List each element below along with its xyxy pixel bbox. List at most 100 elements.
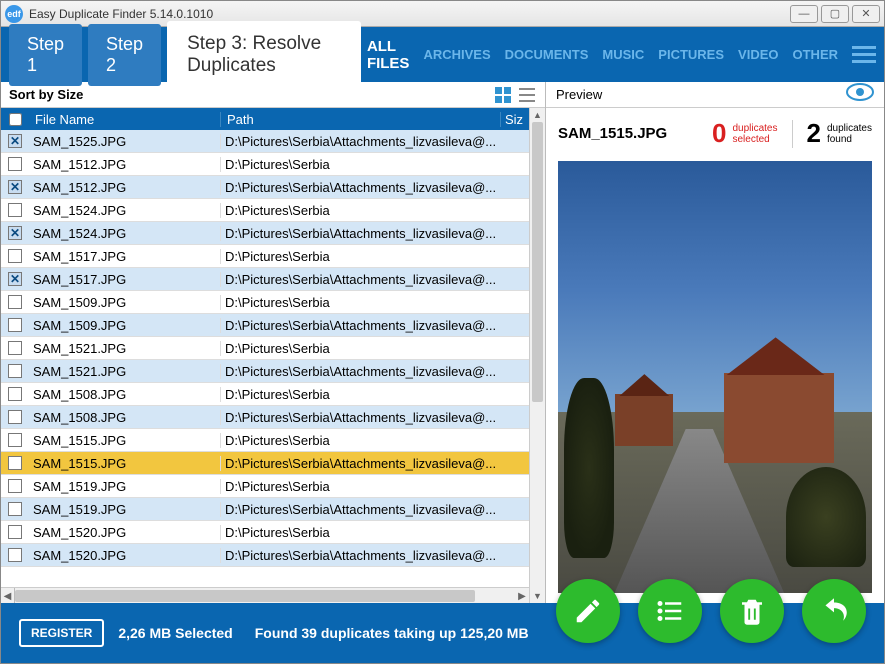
preview-image [558,161,872,593]
row-filename: SAM_1519.JPG [29,502,221,517]
category-tab-video[interactable]: VIDEO [738,47,778,62]
table-row[interactable]: SAM_1515.JPGD:\Pictures\Serbia [1,429,529,452]
row-path: D:\Pictures\Serbia [221,203,529,218]
table-row[interactable]: SAM_1512.JPGD:\Pictures\Serbia [1,153,529,176]
row-checkbox[interactable] [1,364,29,378]
sort-bar: Sort by Size [1,82,545,108]
column-filename[interactable]: File Name [29,112,221,127]
table-row[interactable]: SAM_1524.JPGD:\Pictures\Serbia\Attachmen… [1,222,529,245]
row-checkbox[interactable] [1,203,29,217]
preview-filename: SAM_1515.JPG [558,125,698,142]
row-path: D:\Pictures\Serbia\Attachments_lizvasile… [221,134,529,149]
table-row[interactable]: SAM_1525.JPGD:\Pictures\Serbia\Attachmen… [1,130,529,153]
row-checkbox[interactable] [1,180,29,194]
category-tab-other[interactable]: OTHER [793,47,839,62]
register-button[interactable]: REGISTER [19,619,104,647]
edit-button[interactable] [556,579,620,643]
row-filename: SAM_1508.JPG [29,410,221,425]
row-filename: SAM_1515.JPG [29,433,221,448]
table-row[interactable]: SAM_1524.JPGD:\Pictures\Serbia [1,199,529,222]
row-checkbox[interactable] [1,341,29,355]
vertical-scrollbar[interactable]: ▲ ▼ [529,108,545,603]
category-tab-documents[interactable]: DOCUMENTS [505,47,589,62]
row-filename: SAM_1508.JPG [29,387,221,402]
category-tab-music[interactable]: MUSIC [602,47,644,62]
table-row[interactable]: SAM_1515.JPGD:\Pictures\Serbia\Attachmen… [1,452,529,475]
row-checkbox[interactable] [1,387,29,401]
table-row[interactable]: SAM_1517.JPGD:\Pictures\Serbia [1,245,529,268]
row-path: D:\Pictures\Serbia [221,525,529,540]
table-row[interactable]: SAM_1509.JPGD:\Pictures\Serbia [1,291,529,314]
category-tab-all-files[interactable]: ALL FILES [367,38,410,72]
row-checkbox[interactable] [1,548,29,562]
row-checkbox[interactable] [1,479,29,493]
step3-button[interactable]: Step 3: Resolve Duplicates [167,21,361,89]
row-path: D:\Pictures\Serbia [221,479,529,494]
preview-label: Preview [556,87,602,102]
row-filename: SAM_1515.JPG [29,456,221,471]
undo-button[interactable] [802,579,866,643]
select-all-checkbox[interactable] [1,113,29,126]
category-tab-archives[interactable]: ARCHIVES [423,47,490,62]
maximize-button[interactable]: ▢ [821,5,849,23]
row-filename: SAM_1525.JPG [29,134,221,149]
row-checkbox[interactable] [1,525,29,539]
table-row[interactable]: SAM_1508.JPGD:\Pictures\Serbia\Attachmen… [1,406,529,429]
row-checkbox[interactable] [1,456,29,470]
row-checkbox[interactable] [1,272,29,286]
row-checkbox[interactable] [1,226,29,240]
row-checkbox[interactable] [1,249,29,263]
step1-button[interactable]: Step 1 [9,24,82,86]
row-checkbox[interactable] [1,433,29,447]
category-tab-pictures[interactable]: PICTURES [658,47,724,62]
row-path: D:\Pictures\Serbia\Attachments_lizvasile… [221,502,529,517]
table-row[interactable]: SAM_1521.JPGD:\Pictures\Serbia [1,337,529,360]
table-row[interactable]: SAM_1509.JPGD:\Pictures\Serbia\Attachmen… [1,314,529,337]
table-row[interactable]: SAM_1520.JPGD:\Pictures\Serbia [1,521,529,544]
row-checkbox[interactable] [1,134,29,148]
duplicates-found-stat: 2 duplicatesfound [807,118,873,149]
column-size[interactable]: Siz [501,112,529,127]
row-path: D:\Pictures\Serbia [221,157,529,172]
row-path: D:\Pictures\Serbia\Attachments_lizvasile… [221,548,529,563]
row-filename: SAM_1517.JPG [29,249,221,264]
list-button[interactable] [638,579,702,643]
row-filename: SAM_1512.JPG [29,180,221,195]
row-filename: SAM_1512.JPG [29,157,221,172]
step2-button[interactable]: Step 2 [88,24,161,86]
eye-icon[interactable] [846,83,874,106]
row-path: D:\Pictures\Serbia [221,295,529,310]
row-checkbox[interactable] [1,318,29,332]
table-row[interactable]: SAM_1519.JPGD:\Pictures\Serbia\Attachmen… [1,498,529,521]
grid-view-icon[interactable] [493,85,513,105]
found-duplicates-label: Found 39 duplicates taking up 125,20 MB [255,625,529,641]
row-checkbox[interactable] [1,295,29,309]
list-view-icon[interactable] [517,85,537,105]
horizontal-scrollbar[interactable]: ◀ ▶ [1,587,529,603]
row-checkbox[interactable] [1,410,29,424]
table-row[interactable]: SAM_1508.JPGD:\Pictures\Serbia [1,383,529,406]
table-row[interactable]: SAM_1521.JPGD:\Pictures\Serbia\Attachmen… [1,360,529,383]
row-path: D:\Pictures\Serbia\Attachments_lizvasile… [221,364,529,379]
row-checkbox[interactable] [1,502,29,516]
table-header: File Name Path Siz [1,108,529,130]
row-filename: SAM_1509.JPG [29,295,221,310]
window-title: Easy Duplicate Finder 5.14.0.1010 [29,7,787,21]
footer-bar: REGISTER 2,26 MB Selected Found 39 dupli… [1,603,884,663]
table-row[interactable]: SAM_1520.JPGD:\Pictures\Serbia\Attachmen… [1,544,529,567]
minimize-button[interactable]: — [790,5,818,23]
table-row[interactable]: SAM_1512.JPGD:\Pictures\Serbia\Attachmen… [1,176,529,199]
column-path[interactable]: Path [221,112,501,127]
preview-panel: Preview SAM_1515.JPG 0 duplicatesselecte… [546,82,884,603]
row-checkbox[interactable] [1,157,29,171]
close-button[interactable]: ✕ [852,5,880,23]
delete-button[interactable] [720,579,784,643]
category-tabs: ALL FILES ARCHIVES DOCUMENTS MUSIC PICTURES V… [367,38,838,72]
menu-icon[interactable] [852,42,876,67]
table-row[interactable]: SAM_1517.JPGD:\Pictures\Serbia\Attachmen… [1,268,529,291]
table-row[interactable]: SAM_1519.JPGD:\Pictures\Serbia [1,475,529,498]
sort-label[interactable]: Sort by Size [9,87,83,102]
row-path: D:\Pictures\Serbia\Attachments_lizvasile… [221,226,529,241]
row-path: D:\Pictures\Serbia\Attachments_lizvasile… [221,410,529,425]
row-filename: SAM_1520.JPG [29,548,221,563]
